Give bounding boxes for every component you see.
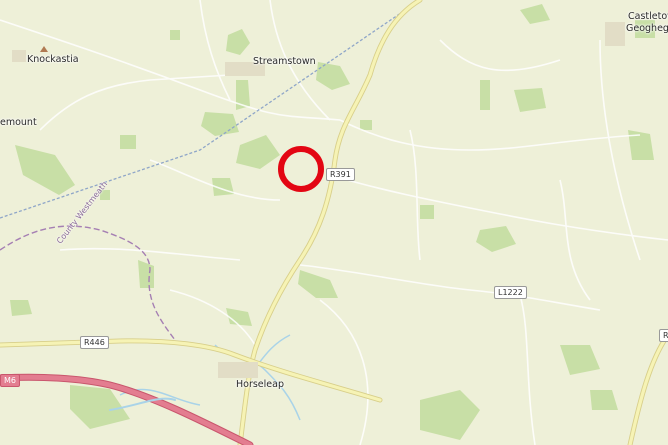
map-base-layer [0, 0, 668, 445]
forest-patch [480, 80, 490, 110]
forest-patch [170, 30, 180, 40]
forest-patch [420, 205, 434, 219]
peak-icon [40, 46, 48, 52]
place-label-horseleap: Horseleap [236, 379, 284, 390]
map-viewport[interactable]: Knockastia Streamstown Castletow Geogheg… [0, 0, 668, 445]
road-shield-r446: R446 [80, 336, 109, 349]
building-cluster [12, 50, 26, 62]
place-label-streamstown: Streamstown [253, 56, 316, 67]
place-label-castletown-2: Geoghega [626, 23, 668, 34]
building-cluster [218, 362, 258, 378]
place-label-emount: emount [0, 117, 37, 128]
road-shield-r-edge: R [659, 329, 668, 342]
road-shield-l1222: L1222 [494, 286, 527, 299]
forest-patch [360, 120, 372, 130]
building-cluster [605, 22, 625, 46]
place-label-knockastia: Knockastia [27, 54, 79, 65]
place-label-castletown-1: Castletow [628, 11, 668, 22]
location-marker-circle[interactable] [278, 146, 324, 192]
forest-patch [120, 135, 136, 149]
road-shield-m6: M6 [0, 374, 20, 387]
road-shield-r391: R391 [326, 168, 355, 181]
